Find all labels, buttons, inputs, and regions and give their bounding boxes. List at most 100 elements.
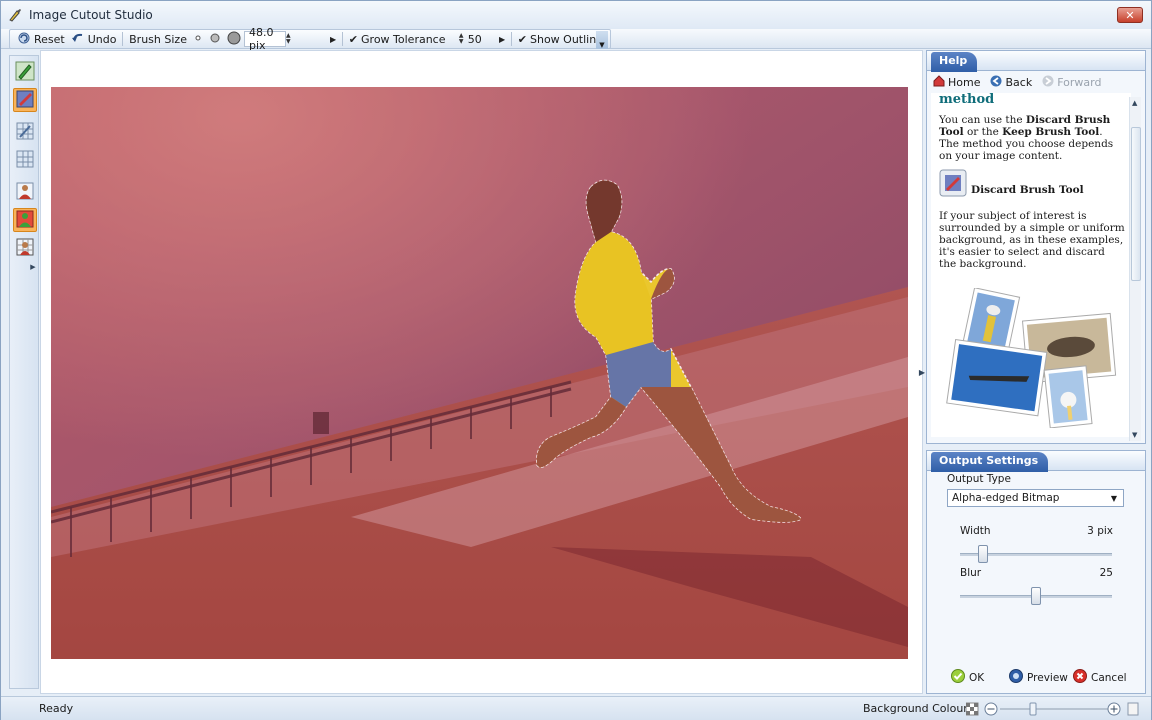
grid-select-icon [15, 121, 35, 144]
brush-size-input[interactable]: 48.0 pix [243, 26, 286, 52]
toolbar-separator [122, 32, 124, 46]
close-button[interactable]: ✕ [1117, 7, 1143, 23]
toolbar-strip: Reset Undo Brush Size 48.0 pix ▲ ▼ ▶ ✔ G… [9, 26, 611, 52]
help-heading: method [939, 93, 995, 107]
width-value: 3 pix [1087, 525, 1113, 537]
example-images [939, 287, 1125, 431]
chevron-right-icon: ▶ [918, 367, 926, 377]
image-canvas[interactable] [40, 50, 923, 694]
help-panel: Help Home Back Forward method You can us… [926, 50, 1146, 444]
output-panel-header: Output Settings [927, 451, 1145, 472]
ok-button[interactable]: OK [951, 669, 984, 686]
output-type-label: Output Type [947, 473, 1011, 485]
scroll-thumb[interactable] [1131, 127, 1141, 281]
ok-label: OK [969, 671, 985, 684]
check-circle-icon [951, 669, 965, 686]
toolbar-separator [342, 32, 343, 46]
app-icon [7, 7, 23, 23]
width-slider-thumb[interactable] [977, 545, 988, 563]
spin-down-icon: ▼ [285, 38, 291, 45]
toolbar-separator [511, 32, 512, 46]
discard-brush-icon [939, 169, 967, 200]
person-green-icon [15, 209, 35, 232]
discard-brush-tool[interactable] [13, 88, 37, 112]
brush-small-button[interactable] [190, 30, 206, 48]
play-arrow-icon: ▶ [329, 34, 337, 44]
back-arrow-icon [990, 75, 1002, 90]
help-panel-header: Help [927, 51, 1145, 72]
scroll-up-icon[interactable]: ▲ [1132, 99, 1137, 107]
chevron-down-icon: ▼ [1110, 493, 1117, 503]
blur-label: Blur [960, 567, 982, 579]
pencil-keep-icon [15, 61, 35, 84]
app-window: Image Cutout Studio ✕ Reset Undo Brush S… [0, 0, 1152, 720]
output-settings-panel: Output Settings Output Type Alpha-edged … [926, 450, 1146, 694]
person-tool[interactable] [13, 180, 37, 204]
background-colour-label[interactable]: Background Colour [863, 702, 968, 715]
help-paragraph-2: If your subject of interest is surrounde… [939, 210, 1125, 270]
undo-label: Undo [87, 32, 117, 46]
help-back-button[interactable]: Back [990, 75, 1032, 90]
status-text: Ready [39, 702, 74, 715]
help-tool-label: Discard Brush Tool [971, 183, 1084, 196]
blur-value: 25 [1099, 567, 1113, 579]
output-type-select[interactable]: Alpha-edged Bitmap ▼ [947, 489, 1124, 507]
brush-size-expand[interactable]: ▶ [291, 30, 339, 48]
preview-label: Preview [1027, 671, 1068, 684]
large-dot-icon [227, 31, 241, 48]
chevron-down-icon: ▼ [599, 41, 605, 49]
help-navigation: Home Back Forward [933, 75, 1101, 90]
brush-large-button[interactable] [224, 30, 244, 48]
grow-tolerance-toggle[interactable]: ✔ Grow Tolerance [346, 30, 449, 48]
preview-button[interactable]: Preview [1009, 669, 1068, 686]
spin-down-icon: ▼ [458, 38, 464, 45]
brush-medium-button[interactable] [206, 30, 224, 48]
preview-icon [1009, 669, 1023, 686]
help-forward-button[interactable]: Forward [1042, 75, 1101, 90]
photo[interactable] [51, 87, 908, 659]
help-content: method You can use the Discard Brush Too… [931, 93, 1131, 437]
help-paragraph-1: You can use the Discard Brush Tool or th… [939, 114, 1114, 162]
forward-arrow-icon [1042, 75, 1054, 90]
brush-size-group: Brush Size [126, 30, 190, 48]
tool-palette: ▶ [9, 55, 39, 689]
main-toolbar: Reset Undo Brush Size 48.0 pix ▲ ▼ ▶ ✔ G… [1, 26, 1151, 52]
output-type-value: Alpha-edged Bitmap [952, 492, 1060, 504]
grid-select-tool[interactable] [13, 120, 37, 144]
palette-expand-button[interactable]: ▶ [28, 262, 38, 272]
reset-button[interactable]: Reset [14, 30, 68, 48]
toolbar-overflow-button[interactable]: ▼ [596, 31, 608, 49]
play-arrow-icon: ▶ [498, 34, 506, 44]
back-label: Back [1005, 76, 1033, 89]
brush-size-label: Brush Size [129, 32, 187, 46]
person-keep-tool[interactable] [13, 208, 37, 232]
status-bar: Ready Background Colour [1, 696, 1151, 720]
output-settings-body: Output Type Alpha-edged Bitmap ▼ Width 3… [927, 471, 1145, 693]
medium-dot-icon [209, 32, 221, 47]
help-tab[interactable]: Help [931, 52, 978, 72]
grid-fill-tool[interactable] [13, 148, 37, 172]
help-scrollbar[interactable]: ▲ ▼ [1129, 97, 1141, 441]
help-tool-row: Discard Brush Tool [939, 169, 1125, 200]
cancel-button[interactable]: Cancel [1073, 669, 1127, 686]
show-outline-toggle[interactable]: ✔ Show Outline [515, 30, 606, 48]
person-frame-icon [15, 237, 35, 260]
blur-slider-thumb[interactable] [1031, 587, 1041, 605]
close-icon: ✕ [1125, 8, 1135, 22]
small-dot-icon [193, 33, 203, 46]
grow-tolerance-input[interactable]: 50 [464, 31, 487, 47]
help-home-button[interactable]: Home [933, 75, 980, 90]
undo-button[interactable]: Undo [68, 30, 120, 48]
chevron-right-icon: ▶ [30, 263, 36, 271]
grid-fill-icon [15, 149, 35, 172]
window-title: Image Cutout Studio [29, 8, 153, 22]
title-bar: Image Cutout Studio ✕ [1, 1, 1151, 29]
scroll-down-icon[interactable]: ▼ [1132, 431, 1137, 439]
panel-splitter[interactable]: ▶ [919, 365, 925, 379]
grow-tolerance-label: Grow Tolerance [361, 32, 446, 46]
output-settings-tab[interactable]: Output Settings [931, 452, 1049, 472]
checker-icon [965, 702, 979, 716]
person-frame-tool[interactable] [13, 236, 37, 260]
keep-pencil-tool[interactable] [13, 60, 37, 84]
grow-tolerance-expand[interactable]: ▶ [486, 30, 508, 48]
